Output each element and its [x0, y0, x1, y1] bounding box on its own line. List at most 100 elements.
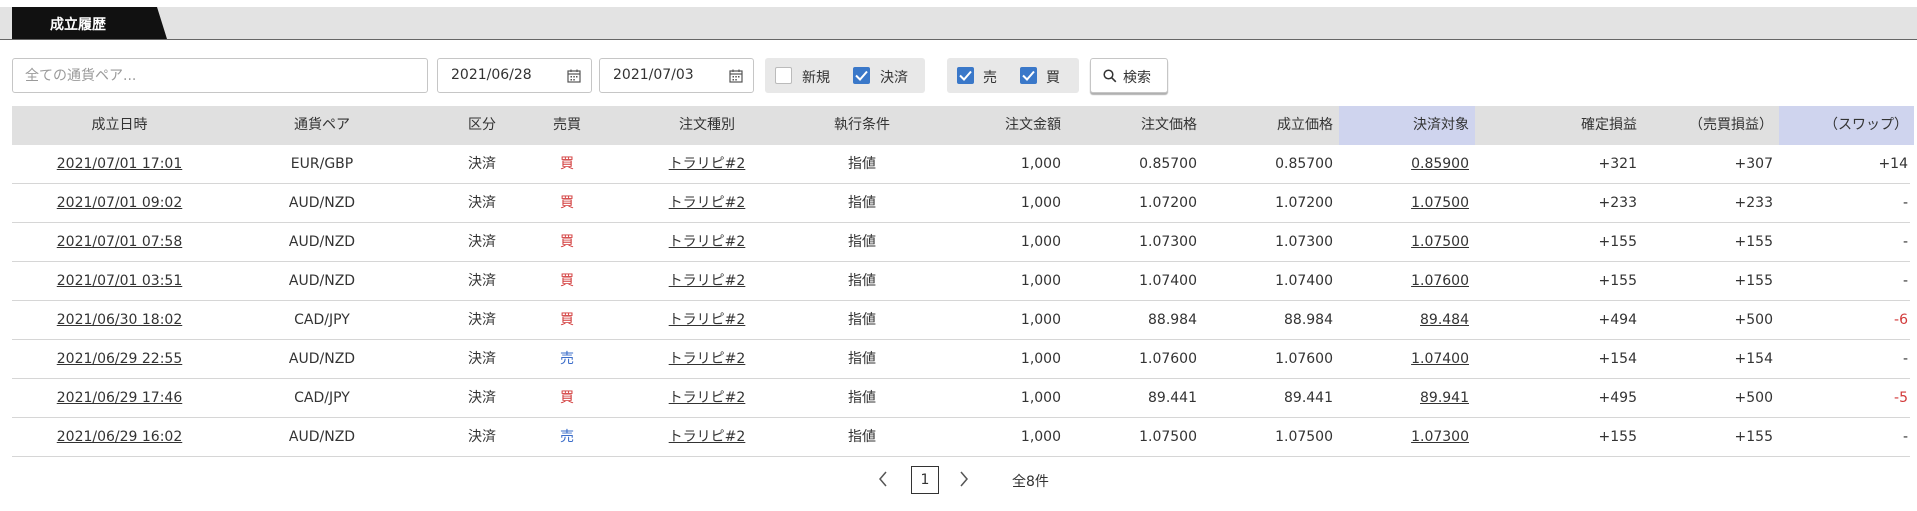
cell-order-type[interactable]: トラリピ#2 [669, 390, 746, 406]
tab-execution-history[interactable]: 成立履歴 [12, 7, 167, 39]
filter-bar: 2021/06/28 2021/07/03 新規 [12, 58, 1912, 95]
table-cell: - [1779, 262, 1914, 300]
chevron-left-icon[interactable] [877, 470, 889, 488]
cell-settle-target[interactable]: 1.07500 [1411, 195, 1469, 211]
cell-settle-target[interactable]: 0.85900 [1411, 156, 1469, 172]
cell-datetime[interactable]: 2021/07/01 09:02 [57, 195, 183, 211]
table-cell: 1,000 [927, 418, 1067, 456]
table-cell: 88.984 [1067, 301, 1203, 339]
chevron-right-icon[interactable] [958, 470, 970, 488]
table-cell: 1,000 [927, 340, 1067, 378]
cell-order-price: 1.07200 [1139, 195, 1197, 211]
cell-order-type[interactable]: トラリピ#2 [669, 195, 746, 211]
table-body: 2021/07/01 17:01 EUR/GBP 決済買トラリピ#2 指値 1,000 0… [12, 145, 1910, 457]
cell-settle-target[interactable]: 89.484 [1420, 312, 1469, 328]
cell-side: 売 [560, 351, 574, 367]
new-checkbox-label[interactable]: 新規 [802, 67, 830, 87]
cell-condition: 指値 [848, 351, 876, 367]
table-row: 2021/07/01 17:01 EUR/GBP 決済 買 トラリピ#2 指値 1,000 0… [12, 145, 1910, 184]
table-cell: +155 [1643, 418, 1779, 456]
header-col-side: 売買 [553, 117, 581, 133]
new-checkbox[interactable] [775, 67, 792, 84]
cell-datetime[interactable]: 2021/06/29 17:46 [57, 390, 183, 406]
table-cell: トラリピ#2 [627, 301, 787, 339]
cell-realized-pl: +155 [1598, 273, 1637, 289]
calendar-icon[interactable] [567, 69, 581, 83]
cell-order-type[interactable]: トラリピ#2 [669, 273, 746, 289]
table-cell: -6 [1779, 301, 1914, 339]
cell-swap: - [1902, 429, 1908, 445]
cell-order-price: 1.07600 [1139, 351, 1197, 367]
table-cell: トラリピ#2 [627, 223, 787, 261]
cell-datetime[interactable]: 2021/07/01 03:51 [57, 273, 183, 289]
cell-settle-target[interactable]: 89.941 [1420, 390, 1469, 406]
sell-checkbox-label[interactable]: 売 [983, 67, 997, 87]
search-button-label: 検索 [1123, 70, 1151, 86]
cell-settle-target[interactable]: 1.07400 [1411, 351, 1469, 367]
cell-category: 決済 [468, 429, 496, 445]
date-from-field[interactable]: 2021/06/28 [437, 58, 592, 93]
settle-checkbox-label[interactable]: 決済 [880, 67, 908, 87]
cell-trade-pl: +155 [1734, 234, 1773, 250]
table-cell: 買 [542, 223, 592, 261]
header-col-order-type: 注文種別 [679, 117, 735, 133]
cell-datetime[interactable]: 2021/06/29 22:55 [57, 351, 183, 367]
cell-order-type[interactable]: トラリピ#2 [669, 429, 746, 445]
table-cell: +154 [1643, 340, 1779, 378]
cell-order-type[interactable]: トラリピ#2 [669, 156, 746, 172]
table-cell: +307 [1643, 145, 1779, 183]
cell-trade-pl: +233 [1734, 195, 1773, 211]
table-cell: +155 [1475, 418, 1643, 456]
settle-checkbox[interactable] [853, 67, 870, 84]
header-col-category: 区分 [468, 117, 496, 133]
table-cell: 1,000 [927, 301, 1067, 339]
table-cell: 1.07400 [1339, 340, 1475, 378]
table-cell: トラリピ#2 [627, 262, 787, 300]
cell-amount: 1,000 [1020, 351, 1061, 367]
date-to-field[interactable]: 2021/07/03 [599, 58, 754, 93]
cell-condition: 指値 [848, 312, 876, 328]
search-button[interactable]: 検索 [1090, 58, 1168, 93]
cell-order-type[interactable]: トラリピ#2 [669, 234, 746, 250]
cell-settle-target[interactable]: 1.07300 [1411, 429, 1469, 445]
table-cell: 決済 [452, 301, 512, 339]
table-cell: 決済 [452, 145, 512, 183]
table-cell: 1.07600 [1203, 340, 1339, 378]
cell-datetime[interactable]: 2021/07/01 17:01 [57, 156, 183, 172]
table-cell: +500 [1643, 301, 1779, 339]
search-icon [1103, 69, 1117, 83]
calendar-icon[interactable] [729, 69, 743, 83]
table-cell: トラリピ#2 [627, 379, 787, 417]
table-cell: 買 [542, 379, 592, 417]
cell-condition: 指値 [848, 390, 876, 406]
cell-datetime[interactable]: 2021/07/01 07:58 [57, 234, 183, 250]
buy-checkbox[interactable] [1020, 67, 1037, 84]
currency-pair-input[interactable] [12, 58, 428, 93]
cell-pair: EUR/GBP [290, 156, 354, 172]
table-cell: 89.441 [1067, 379, 1203, 417]
header-col-realized-pl: 確定損益 [1581, 117, 1637, 133]
cell-settle-target[interactable]: 1.07500 [1411, 234, 1469, 250]
table-cell: +155 [1643, 262, 1779, 300]
pagination: 1 全8件 [0, 460, 1917, 500]
cell-datetime[interactable]: 2021/06/29 16:02 [57, 429, 183, 445]
table-cell: - [1779, 223, 1914, 261]
buy-checkbox-label[interactable]: 買 [1046, 67, 1060, 87]
header-col-condition: 執行条件 [834, 117, 890, 133]
table-cell: 1.07600 [1339, 262, 1475, 300]
table-cell: 2021/07/01 07:58 [12, 223, 227, 261]
cell-settle-target[interactable]: 1.07600 [1411, 273, 1469, 289]
cell-swap: -6 [1894, 312, 1908, 328]
table-cell: 指値 [797, 223, 927, 261]
cell-datetime[interactable]: 2021/06/30 18:02 [57, 312, 183, 328]
header-col-settle-target: 決済対象 [1339, 106, 1475, 145]
cell-order-type[interactable]: トラリピ#2 [669, 312, 746, 328]
table-cell: 1.07200 [1067, 184, 1203, 222]
page-number-current[interactable]: 1 [911, 466, 939, 494]
cell-order-type[interactable]: トラリピ#2 [669, 351, 746, 367]
cell-fill-price: 1.07400 [1275, 273, 1333, 289]
sell-checkbox[interactable] [957, 67, 974, 84]
header-col-pair: 通貨ペア [294, 117, 350, 133]
table-cell: 1,000 [927, 223, 1067, 261]
check-icon [1022, 70, 1035, 81]
